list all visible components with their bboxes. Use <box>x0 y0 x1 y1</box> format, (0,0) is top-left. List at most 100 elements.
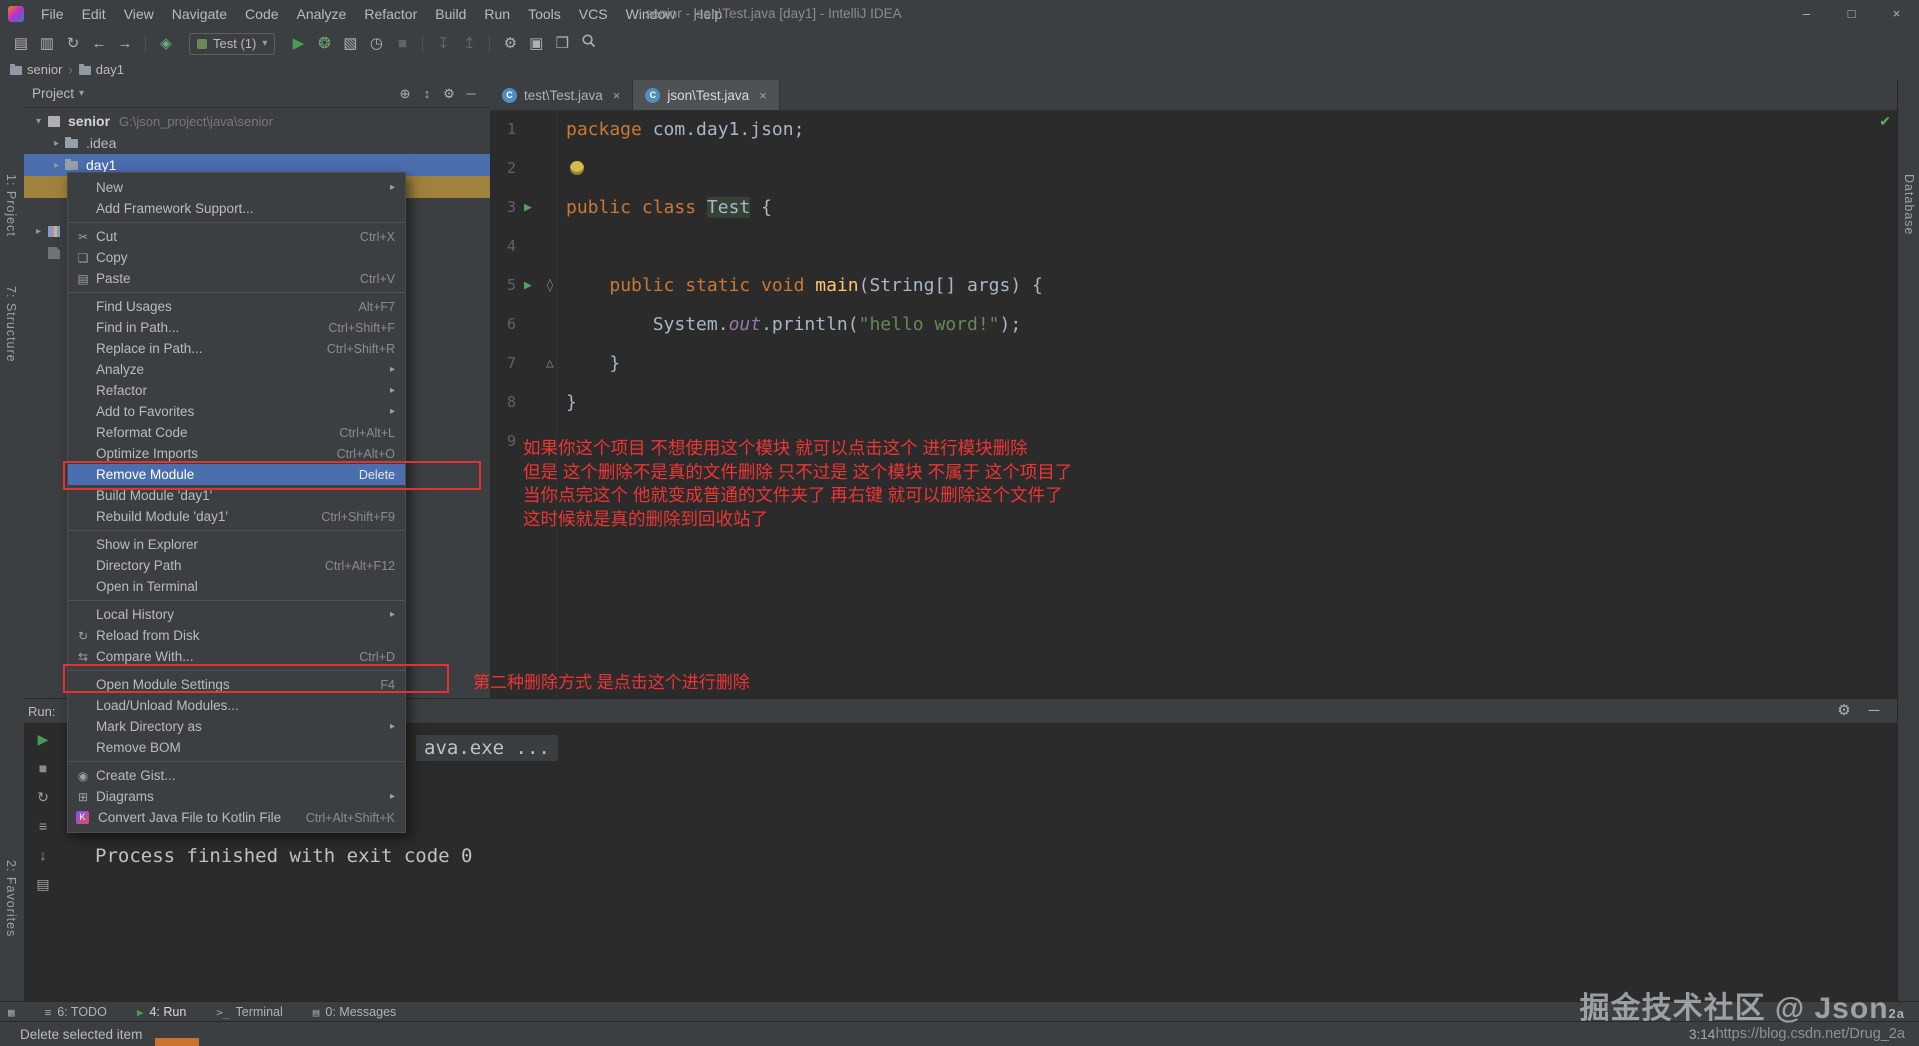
tool-window-button-structure[interactable]: 7: Structure <box>4 286 18 363</box>
fold-gutter-icon[interactable]: △ <box>546 344 554 383</box>
tree-item-senior[interactable]: ▾seniorG:\json_project\java\senior <box>24 110 490 132</box>
close-button[interactable]: × <box>1874 0 1919 27</box>
coverage-icon[interactable]: ▧ <box>337 33 363 55</box>
menu-item-find-usages[interactable]: Find UsagesAlt+F7 <box>68 296 405 317</box>
back-icon[interactable]: ← <box>86 33 112 55</box>
tree-expand-icon[interactable]: ▸ <box>30 226 47 237</box>
menubar-item-vcs[interactable]: VCS <box>570 0 617 28</box>
forward-icon[interactable]: → <box>112 33 138 55</box>
minimize-icon[interactable]: ─ <box>1861 700 1887 722</box>
menubar-item-tools[interactable]: Tools <box>519 0 570 28</box>
menubar-item-refactor[interactable]: Refactor <box>355 0 426 28</box>
menu-item-diagrams[interactable]: ⊞Diagrams▸ <box>68 786 405 807</box>
menu-item-remove-module[interactable]: Remove ModuleDelete <box>68 464 405 485</box>
tool-window-terminal[interactable]: >_Terminal <box>216 1005 283 1019</box>
menubar-item-navigate[interactable]: Navigate <box>163 0 236 28</box>
menu-item-new[interactable]: New▸ <box>68 177 405 198</box>
menu-item-rebuild-module-day1[interactable]: Rebuild Module 'day1'Ctrl+Shift+F9 <box>68 506 405 527</box>
menu-item-local-history[interactable]: Local History▸ <box>68 604 405 625</box>
menu-item-copy[interactable]: ❏Copy <box>68 247 405 268</box>
menu-item-add-framework-support[interactable]: Add Framework Support... <box>68 198 405 219</box>
menu-item-find-in-path[interactable]: Find in Path...Ctrl+Shift+F <box>68 317 405 338</box>
menu-item-show-in-explorer[interactable]: Show in Explorer <box>68 534 405 555</box>
tool-window-run[interactable]: ▶4: Run <box>137 1005 186 1019</box>
commit-icon[interactable]: ↥ <box>456 33 482 55</box>
save-all-icon[interactable]: ▥ <box>34 33 60 55</box>
open-icon[interactable]: ▤ <box>8 33 34 55</box>
close-icon[interactable]: × <box>759 88 767 103</box>
menubar-item-run[interactable]: Run <box>475 0 519 28</box>
inspection-ok-icon[interactable]: ✔ <box>1879 113 1891 130</box>
menubar-item-edit[interactable]: Edit <box>73 0 115 28</box>
soft-wrap-icon[interactable]: ≡ <box>39 816 47 836</box>
run-gutter-icon[interactable]: ▶ <box>524 188 532 227</box>
menu-item-load-unload-modules[interactable]: Load/Unload Modules... <box>68 695 405 716</box>
menu-item-add-to-favorites[interactable]: Add to Favorites▸ <box>68 401 405 422</box>
menu-item-reload-from-disk[interactable]: ↻Reload from Disk <box>68 625 405 646</box>
stop-icon[interactable]: ■ <box>389 33 415 55</box>
stop-icon[interactable]: ■ <box>39 758 47 778</box>
debug-icon[interactable]: ❂ <box>311 33 337 55</box>
menubar-item-analyze[interactable]: Analyze <box>288 0 356 28</box>
editor-layout-icon[interactable]: ▣ <box>523 33 549 55</box>
minimize-button[interactable]: – <box>1784 0 1829 27</box>
code-editor[interactable]: 如果你这个项目 不想使用这个模块 就可以点击这个 进行模块删除但是 这个删除不是… <box>490 110 1897 698</box>
menu-item-analyze[interactable]: Analyze▸ <box>68 359 405 380</box>
synchronize-icon[interactable]: ↻ <box>60 33 86 55</box>
update-project-icon[interactable]: ↧ <box>430 33 456 55</box>
menu-item-optimize-imports[interactable]: Optimize ImportsCtrl+Alt+O <box>68 443 405 464</box>
hide-panel-icon[interactable]: ─ <box>460 83 482 105</box>
run-config-combo[interactable]: Test (1) ▾ <box>189 33 275 55</box>
profiler-icon[interactable]: ◷ <box>363 33 389 55</box>
menu-item-build-module-day1[interactable]: Build Module 'day1' <box>68 485 405 506</box>
rerun-icon[interactable]: ▶ <box>38 729 49 749</box>
menubar-item-file[interactable]: File <box>32 0 73 28</box>
breadcrumb-item-day1[interactable]: day1 <box>79 62 124 77</box>
settings-icon[interactable]: ⚙ <box>438 83 460 105</box>
run-gutter-icon[interactable]: ▶ <box>524 266 532 305</box>
menubar-item-code[interactable]: Code <box>236 0 287 28</box>
intention-bulb-icon[interactable] <box>570 161 584 175</box>
menu-item-convert-java-file-to-kotlin-file[interactable]: KConvert Java File to Kotlin FileCtrl+Al… <box>68 807 405 828</box>
menubar-item-view[interactable]: View <box>115 0 163 28</box>
tool-window-todo[interactable]: ≡6: TODO <box>45 1005 107 1019</box>
menu-item-create-gist[interactable]: ◉Create Gist... <box>68 765 405 786</box>
close-icon[interactable]: × <box>613 88 621 103</box>
tree-expand-icon[interactable]: ▸ <box>48 138 65 149</box>
breadcrumb-item-senior[interactable]: senior <box>10 62 62 77</box>
editor-tab-test-test-java[interactable]: Ctest\Test.java× <box>490 80 633 110</box>
tool-window-button-favorites[interactable]: 2: Favorites <box>4 860 18 937</box>
locate-icon[interactable]: ⊕ <box>394 83 416 105</box>
restart-icon[interactable]: ↻ <box>37 787 49 807</box>
editor-tab-json-test-java[interactable]: Cjson\Test.java× <box>633 80 779 110</box>
tree-expand-icon[interactable]: ▾ <box>30 116 47 127</box>
collapse-all-icon[interactable]: ↕ <box>416 83 438 105</box>
tool-window-messages[interactable]: ▤0: Messages <box>313 1005 397 1019</box>
menu-item-open-module-settings[interactable]: Open Module SettingsF4 <box>68 674 405 695</box>
tool-window-button-project[interactable]: 1: Project <box>4 174 18 237</box>
menu-item-remove-bom[interactable]: Remove BOM <box>68 737 405 758</box>
settings-icon[interactable]: ⚙ <box>1831 700 1857 722</box>
maximize-button[interactable]: □ <box>1829 0 1874 27</box>
code-analysis-icon[interactable]: ◈ <box>153 33 179 55</box>
window-icon[interactable]: ❒ <box>549 33 575 55</box>
tool-window-switcher[interactable]: ▦ <box>8 1006 15 1019</box>
menu-item-reformat-code[interactable]: Reformat CodeCtrl+Alt+L <box>68 422 405 443</box>
run-icon[interactable]: ▶ <box>285 33 311 55</box>
menubar-item-build[interactable]: Build <box>426 0 475 28</box>
menu-item-refactor[interactable]: Refactor▸ <box>68 380 405 401</box>
project-structure-icon[interactable]: ⚙ <box>497 33 523 55</box>
fold-gutter-icon[interactable]: ◊ <box>546 266 554 305</box>
clear-console-icon[interactable]: ▤ <box>36 874 49 894</box>
tree-expand-icon[interactable]: ▸ <box>48 160 65 171</box>
menu-item-compare-with[interactable]: ⇆Compare With...Ctrl+D <box>68 646 405 667</box>
menu-item-mark-directory-as[interactable]: Mark Directory as▸ <box>68 716 405 737</box>
menu-item-replace-in-path[interactable]: Replace in Path...Ctrl+Shift+R <box>68 338 405 359</box>
search-everywhere-icon[interactable] <box>575 33 601 55</box>
tool-window-button-database[interactable]: Database <box>1902 174 1916 236</box>
menu-item-open-in-terminal[interactable]: Open in Terminal <box>68 576 405 597</box>
menu-item-cut[interactable]: ✂CutCtrl+X <box>68 226 405 247</box>
menu-item-paste[interactable]: ▤PasteCtrl+V <box>68 268 405 289</box>
scroll-down-icon[interactable]: ↓ <box>40 845 47 865</box>
tree-item-idea[interactable]: ▸.idea <box>24 132 490 154</box>
